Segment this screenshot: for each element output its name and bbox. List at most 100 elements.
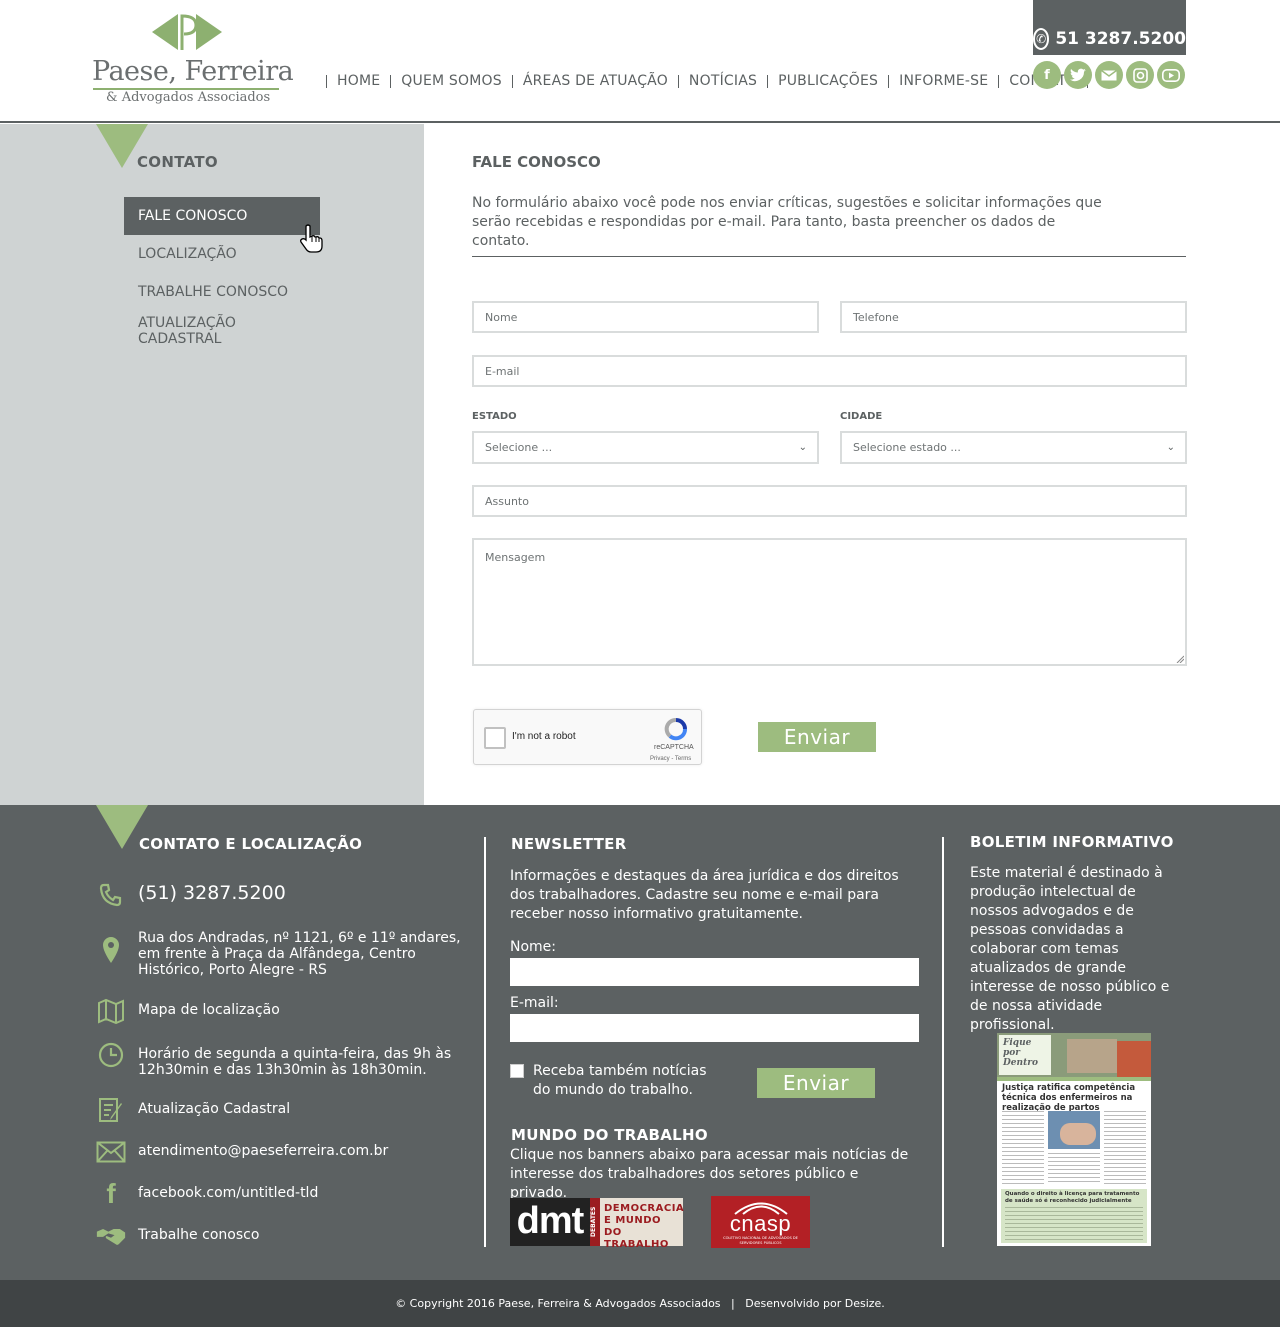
nav-areas[interactable]: ÁREAS DE ATUAÇÃO <box>523 73 668 89</box>
newsletter-checkbox[interactable] <box>510 1064 524 1078</box>
logo-subtitle: & Advogados Associados <box>106 90 271 105</box>
dmt-text: DEMOCRACIA E MUNDO DO TRABALHO <box>600 1198 684 1250</box>
telefone-input[interactable]: Telefone <box>840 301 1187 333</box>
bulletin-title: BOLETIM INFORMATIVO <box>970 833 1174 851</box>
estado-select[interactable]: Selecione ... ⌄ <box>472 431 819 464</box>
newsletter-text: Informações e destaques da área jurídica… <box>510 868 899 922</box>
sidebar-item-trabalhe-conosco[interactable]: TRABALHE CONOSCO <box>124 273 320 311</box>
nav-quem-somos[interactable]: QUEM SOMOS <box>401 73 502 89</box>
bulletin-cover[interactable]: Fique por Dentro Justiça ratifica compet… <box>997 1033 1151 1246</box>
nav-separator <box>326 74 327 88</box>
mundo-trabalho-title: MUNDO DO TRABALHO <box>511 1126 708 1144</box>
map-icon <box>96 996 126 1026</box>
handshake-icon <box>96 1221 126 1251</box>
copyright-text: © Copyright 2016 Paese, Ferreira & Advog… <box>395 1297 885 1310</box>
footer-update-row[interactable]: Atualização Cadastral <box>96 1095 290 1125</box>
sidebar-item-localizacao[interactable]: LOCALIZAÇÃO <box>124 235 320 273</box>
recaptcha-checkbox[interactable] <box>484 727 506 749</box>
footer-email[interactable]: atendimento@paeseferreira.com.br <box>138 1137 388 1159</box>
dmt-banner[interactable]: dmt DEBATES DEMOCRACIA E MUNDO DO TRABAL… <box>510 1198 684 1250</box>
nav-separator <box>511 74 513 88</box>
email-placeholder: E-mail <box>485 364 520 378</box>
chevron-down-icon: ⌄ <box>798 442 807 453</box>
footer-hours: Horário de segunda a quinta-feira, das 9… <box>138 1046 452 1078</box>
bulletin-band <box>997 1077 1151 1081</box>
nav-separator <box>390 74 392 88</box>
footer-phone[interactable]: (51) 3287.5200 <box>138 880 286 903</box>
instagram-icon[interactable] <box>1126 61 1154 89</box>
sidebar-title: CONTATO <box>137 153 218 171</box>
recaptcha-widget: I'm not a robot reCAPTCHA Privacy - Term… <box>473 709 702 765</box>
nav-home[interactable]: HOME <box>337 73 380 89</box>
assunto-input[interactable]: Assunto <box>472 485 1187 517</box>
footer-divider <box>484 837 486 1247</box>
nav-noticias[interactable]: NOTÍCIAS <box>689 73 757 89</box>
header-phone-number: 51 3287.5200 <box>1055 28 1186 49</box>
footer-map-row[interactable]: Mapa de localização <box>96 996 280 1026</box>
hand-cursor-icon <box>300 224 323 253</box>
nav-separator <box>677 74 679 88</box>
header-phone[interactable]: ✆ 51 3287.5200 <box>1033 0 1186 55</box>
logo-name[interactable]: Paese, Ferreira <box>92 56 294 87</box>
bulletin-building-image <box>1067 1039 1117 1073</box>
main-nav: HOME QUEM SOMOS ÁREAS DE ATUAÇÃO NOTÍCIA… <box>316 73 1098 89</box>
mundo-trabalho-text: Clique nos banners abaixo para acessar m… <box>510 1147 909 1201</box>
recaptcha-brand: reCAPTCHA <box>654 744 694 751</box>
newsletter-checkbox-label: Receba também notícias do mundo do traba… <box>533 1063 707 1098</box>
resize-handle-icon[interactable] <box>1176 655 1184 663</box>
location-pin-icon <box>96 924 126 976</box>
facebook-icon[interactable]: f <box>1033 61 1061 89</box>
nome-input[interactable]: Nome <box>472 301 819 333</box>
newsletter-enviar-button[interactable]: Enviar <box>757 1068 875 1098</box>
estado-value: Selecione ... <box>485 441 553 454</box>
cidade-value: Selecione estado ... <box>853 441 961 454</box>
footer-address-row: Rua dos Andradas, nº 1121, 6º e 11º anda… <box>96 924 468 978</box>
phone-icon <box>96 880 126 910</box>
sidebar-item-label: TRABALHE CONOSCO <box>138 284 289 300</box>
form-divider <box>472 256 1186 257</box>
mensagem-textarea[interactable]: Mensagem <box>472 538 1187 666</box>
enviar-button[interactable]: Enviar <box>758 722 876 752</box>
footer-update-link[interactable]: Atualização Cadastral <box>138 1095 290 1117</box>
email-input[interactable]: E-mail <box>472 355 1187 387</box>
newsletter-email-label: E-mail: <box>510 995 559 1011</box>
bulletin-roof-image <box>1117 1041 1151 1077</box>
newsletter-nome-input[interactable] <box>510 958 919 986</box>
sidebar-item-atualizacao-cadastral[interactable]: ATUALIZAÇÃO CADASTRAL <box>124 312 320 350</box>
footer-contact-title: CONTATO E LOCALIZAÇÃO <box>139 835 363 853</box>
newsletter-nome-label: Nome: <box>510 939 557 955</box>
sidebar-item-label: FALE CONOSCO <box>138 208 248 224</box>
sidebar-item-fale-conosco[interactable]: FALE CONOSCO <box>124 197 320 235</box>
envelope-icon <box>96 1137 126 1167</box>
footer-email-row[interactable]: atendimento@paeseferreira.com.br <box>96 1137 388 1167</box>
sidebar-item-label: LOCALIZAÇÃO <box>138 246 237 262</box>
logo-leaf-icon[interactable] <box>152 12 222 52</box>
bulletin-body-text <box>1002 1111 1146 1185</box>
twitter-icon[interactable] <box>1064 61 1092 89</box>
nav-publicacoes[interactable]: PUBLICAÇÕES <box>778 73 878 89</box>
footer-facebook[interactable]: facebook.com/untitled-tld <box>138 1179 318 1201</box>
youtube-icon[interactable] <box>1157 61 1185 89</box>
bulletin-box-title: Quando o direito à licença para tratamen… <box>1005 1191 1140 1204</box>
assunto-placeholder: Assunto <box>485 494 529 508</box>
dmt-side-label: DEBATES <box>590 1198 600 1246</box>
footer-work-row[interactable]: Trabalhe conosco <box>96 1221 259 1251</box>
mensagem-placeholder: Mensagem <box>485 551 546 564</box>
sidebar-item-label: ATUALIZAÇÃO CADASTRAL <box>138 315 236 347</box>
cnasp-banner[interactable]: cnasp COLETIVO NACIONAL DE ADVOGADOS DE … <box>711 1196 810 1248</box>
dmt-logo: dmt <box>510 1198 590 1246</box>
footer-map-link[interactable]: Mapa de localização <box>138 996 280 1018</box>
recaptcha-label: I'm not a robot <box>512 731 576 742</box>
nav-informe-se[interactable]: INFORME-SE <box>899 73 988 89</box>
footer-work-link[interactable]: Trabalhe conosco <box>138 1221 259 1243</box>
facebook-icon: f <box>106 1178 116 1209</box>
email-icon[interactable] <box>1095 61 1123 89</box>
phone-icon: ✆ <box>1033 27 1050 50</box>
recaptcha-terms[interactable]: Privacy - Terms <box>650 756 691 762</box>
social-links: f <box>1033 61 1185 89</box>
cidade-select[interactable]: Selecione estado ... ⌄ <box>840 431 1187 464</box>
footer-divider <box>942 837 944 1247</box>
footer-facebook-row[interactable]: f facebook.com/untitled-tld <box>96 1178 318 1209</box>
footer-address: Rua dos Andradas, nº 1121, 6º e 11º anda… <box>138 930 461 978</box>
newsletter-email-input[interactable] <box>510 1014 919 1042</box>
